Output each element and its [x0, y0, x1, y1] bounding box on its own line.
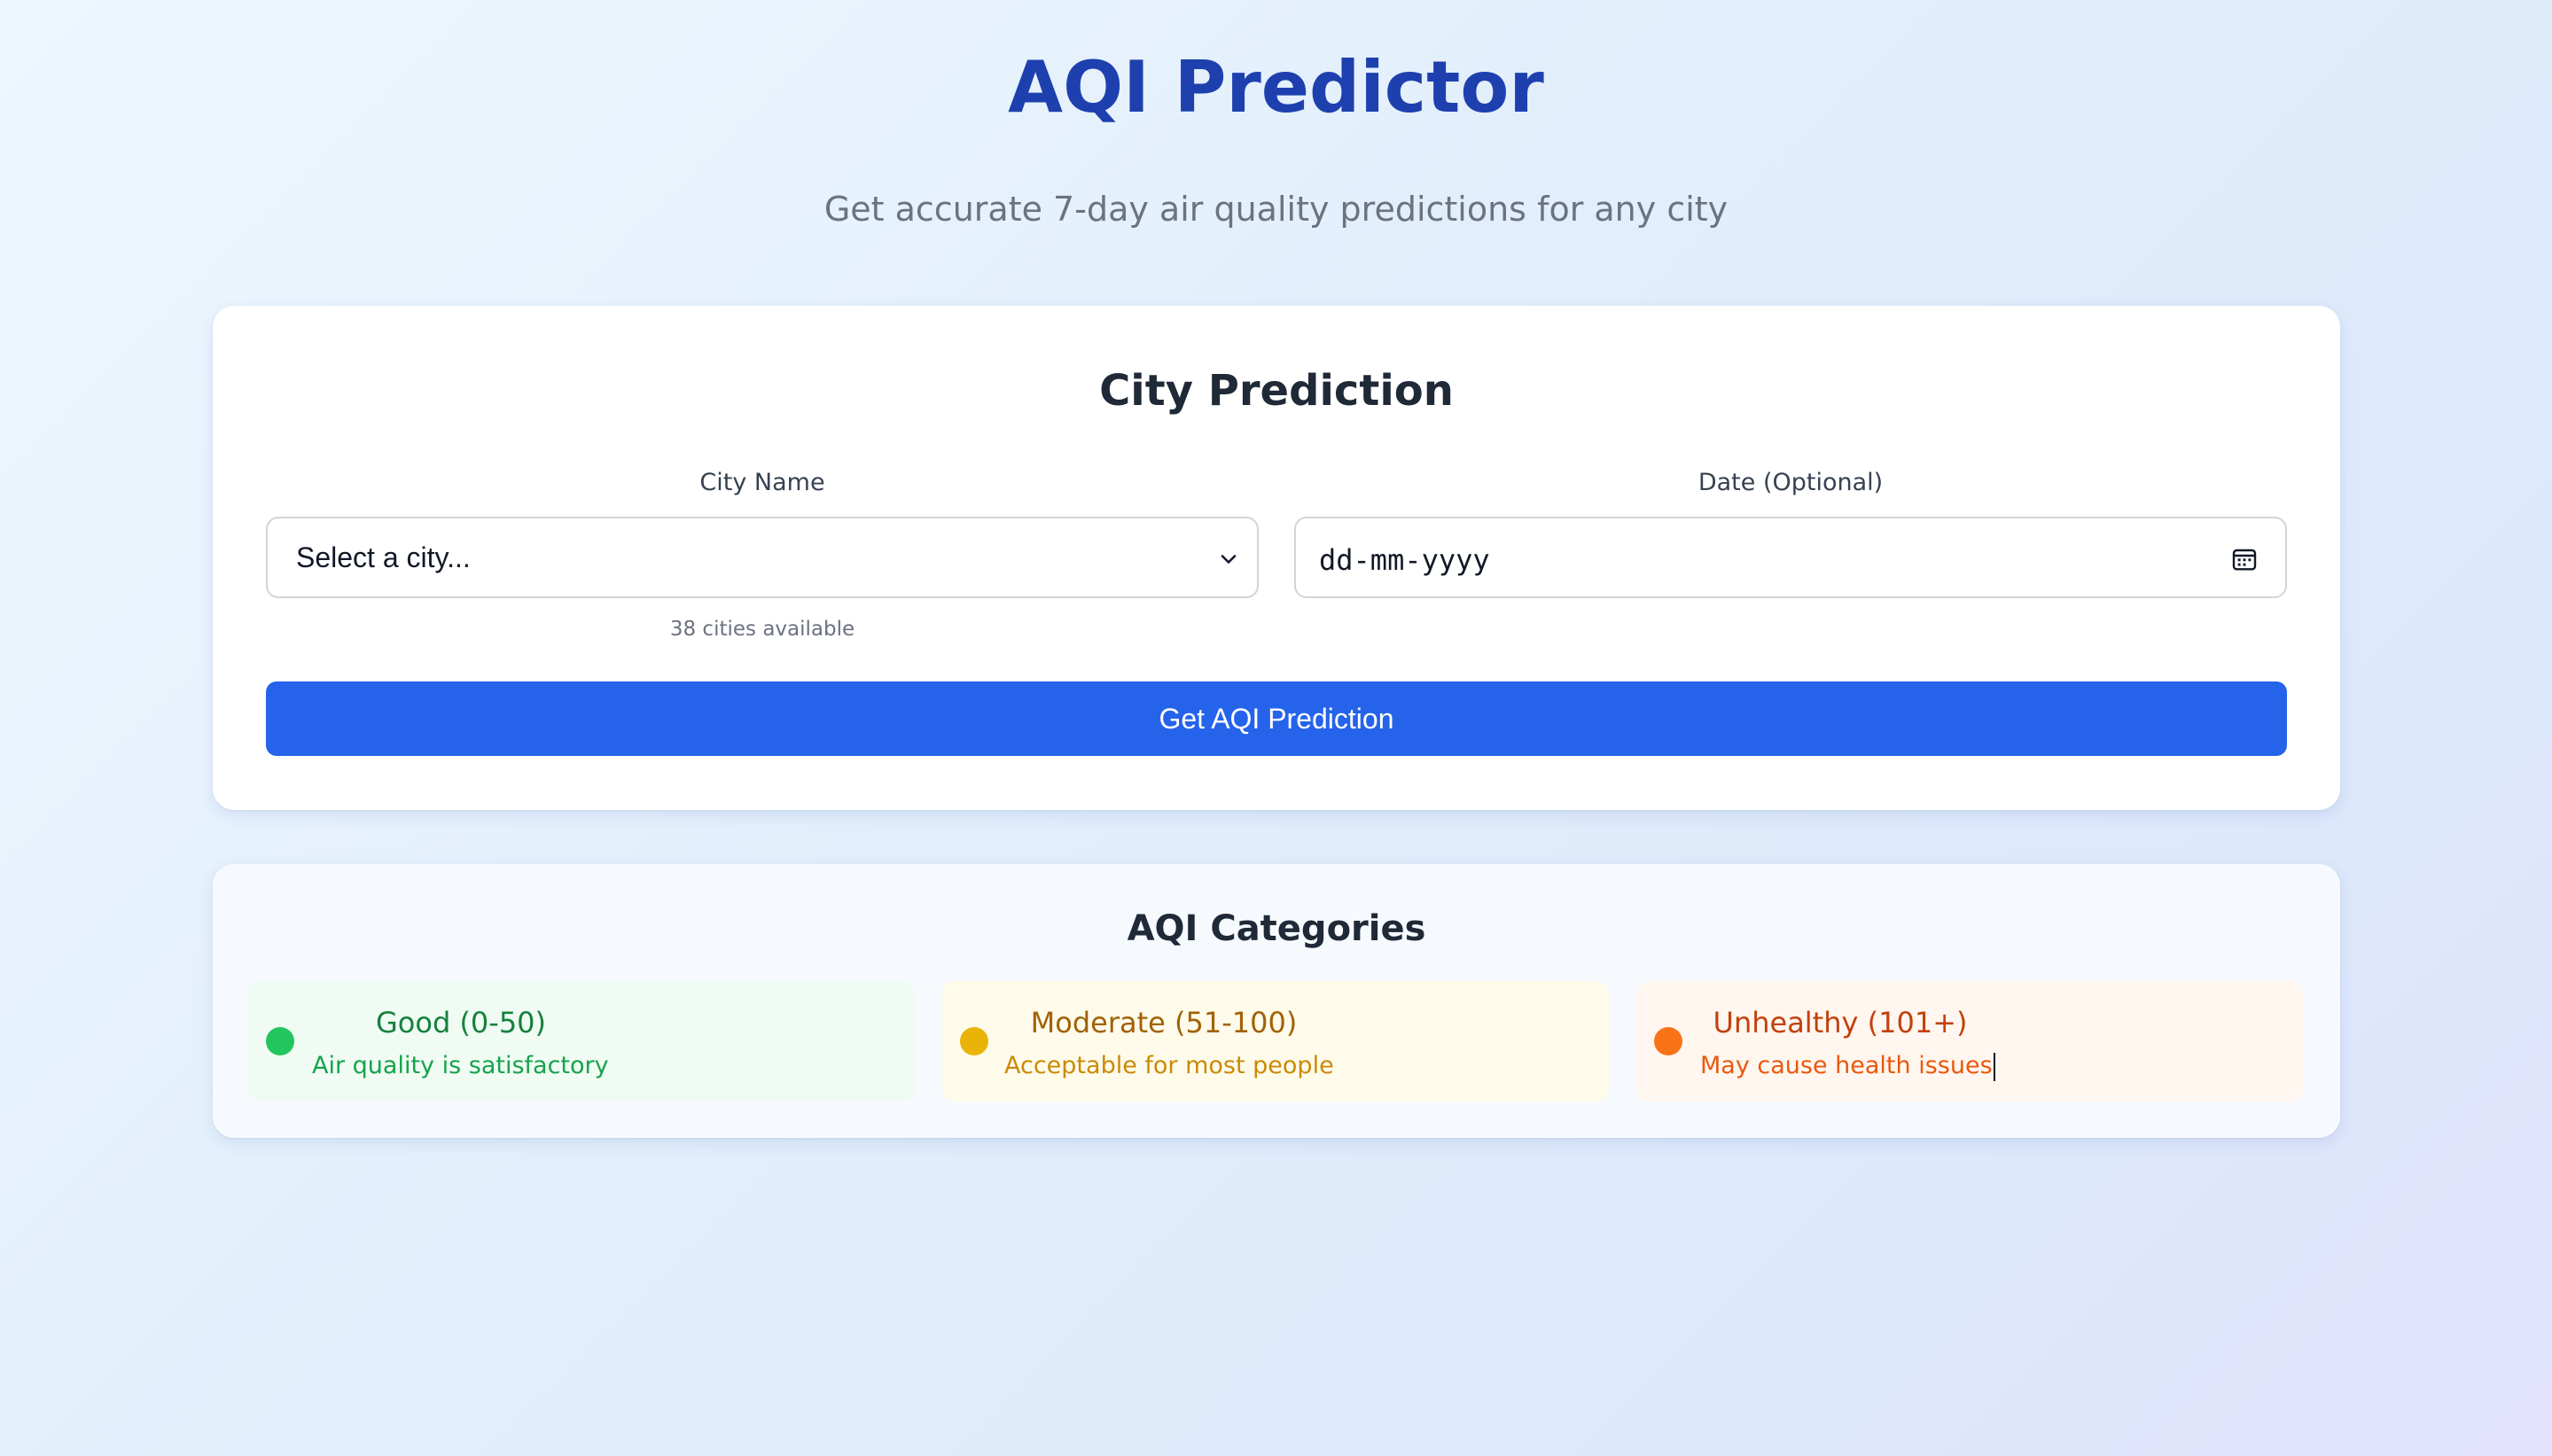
- category-good-name: Good (0-50): [375, 1006, 547, 1039]
- cities-count-hint: 38 cities available: [669, 618, 855, 641]
- chevron-down-icon: [1221, 555, 1237, 564]
- category-moderate-name: Moderate (51-100): [1030, 1006, 1298, 1039]
- page-subtitle: Get accurate 7-day air quality predictio…: [823, 190, 1729, 229]
- get-prediction-button[interactable]: Get AQI Prediction: [266, 681, 2287, 756]
- category-unhealthy-desc-wrap: May cause health issues: [1700, 1052, 1995, 1081]
- category-unhealthy-name: Unhealthy (101+): [1713, 1006, 1968, 1039]
- category-good: Good (0-50) Air quality is satisfactory: [248, 981, 915, 1102]
- aqi-categories-card: AQI Categories Good (0-50) Air quality i…: [213, 864, 2340, 1138]
- category-good-desc: Air quality is satisfactory: [312, 1052, 609, 1079]
- city-select[interactable]: Select a city...: [266, 517, 1259, 598]
- date-label: Date (Optional): [1697, 469, 1884, 496]
- category-moderate-desc: Acceptable for most people: [1004, 1052, 1334, 1079]
- page-title: AQI Predictor: [1008, 46, 1544, 128]
- date-input-placeholder: dd-mm-yyyy: [1319, 543, 1490, 577]
- city-name-label: City Name: [699, 469, 825, 496]
- calendar-icon[interactable]: [2230, 545, 2259, 573]
- text-cursor: [1993, 1052, 1995, 1081]
- aqi-categories-title: AQI Categories: [1127, 908, 1426, 949]
- moderate-dot-icon: [960, 1027, 988, 1055]
- prediction-card-title: City Prediction: [1099, 366, 1454, 416]
- date-input[interactable]: dd-mm-yyyy: [1294, 517, 2287, 598]
- category-moderate: Moderate (51-100) Acceptable for most pe…: [942, 981, 1609, 1102]
- city-select-value: Select a city...: [296, 541, 471, 573]
- category-unhealthy-desc: May cause health issues: [1700, 1052, 1993, 1079]
- category-unhealthy: Unhealthy (101+) May cause health issues: [1636, 981, 2303, 1102]
- good-dot-icon: [266, 1027, 294, 1055]
- prediction-card: City Prediction City Name Select a city.…: [213, 306, 2340, 810]
